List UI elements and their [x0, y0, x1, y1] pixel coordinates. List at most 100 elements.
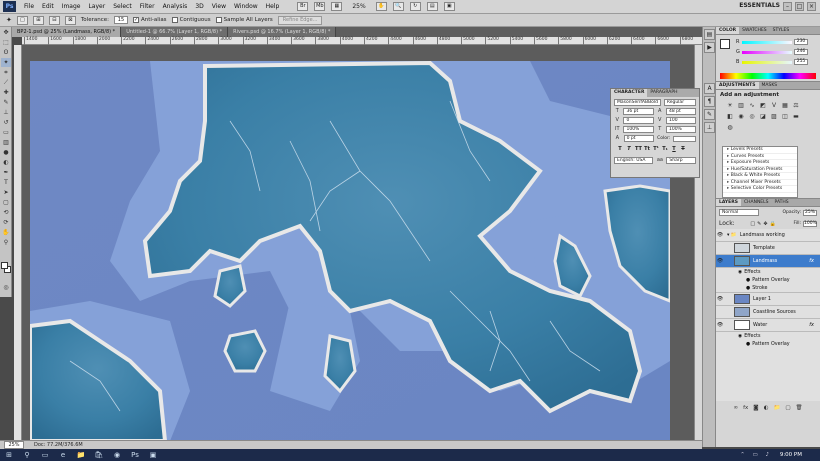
3d-rotate-icon[interactable]: ⟲	[1, 208, 11, 217]
new-layer-icon[interactable]: ▢	[785, 405, 790, 415]
edge-browser-icon[interactable]: e	[58, 450, 68, 460]
effects-badge[interactable]: fx	[809, 258, 814, 264]
crop-tool-icon[interactable]: ⌗	[1, 68, 11, 77]
zoom-level[interactable]: 25%	[348, 3, 369, 10]
menu-3d[interactable]: 3D	[191, 3, 207, 10]
black-white-icon[interactable]: ◧	[726, 113, 734, 121]
hand-tool-icon[interactable]: ✋	[375, 2, 387, 11]
status-zoom-field[interactable]: 25%	[4, 441, 24, 449]
font-style-select[interactable]: Regular	[663, 99, 696, 106]
horizontal-scale-field[interactable]: 100%	[665, 126, 696, 133]
effect-stroke[interactable]: ● Stroke	[716, 284, 820, 293]
underline-button[interactable]: T	[671, 146, 677, 153]
tab-rivers-psd[interactable]: Rivers.psd @ 16.7% (Layer 1, RGB/8) *	[228, 27, 337, 37]
anti-alias-checkbox[interactable]: ✓ Anti-alias	[132, 17, 167, 23]
vibrance-icon[interactable]: V	[770, 102, 778, 110]
tracking-field[interactable]: 100	[665, 117, 696, 124]
channel-mixer-icon[interactable]: ◎	[748, 113, 756, 121]
blue-slider[interactable]: B 255	[736, 59, 816, 65]
blur-tool-icon[interactable]: ●	[1, 148, 11, 157]
blend-mode-select[interactable]: Normal	[719, 209, 759, 216]
system-tray-icons[interactable]: ⌃ ▭ ♪	[740, 450, 772, 460]
font-family-select[interactable]: MasonSerifABBold	[614, 99, 661, 106]
color-balance-icon[interactable]: ⚖	[792, 102, 800, 110]
healing-brush-icon[interactable]: ✚	[1, 88, 11, 97]
tab-paths[interactable]: PATHS	[772, 199, 792, 206]
eraser-tool-icon[interactable]: ▭	[1, 128, 11, 137]
red-slider[interactable]: R 230	[736, 39, 816, 45]
red-value[interactable]: 230	[794, 39, 808, 45]
start-button-icon[interactable]: ⊞	[4, 450, 14, 460]
exposure-icon[interactable]: ◩	[759, 102, 767, 110]
visibility-eye-icon[interactable]: 👁	[716, 296, 724, 302]
fill-field[interactable]: 100%	[802, 220, 817, 227]
tab-untitled-1[interactable]: Untitled-1 @ 66.7% (Layer 1, RGB/8) *	[121, 27, 229, 37]
clock[interactable]: 9:00 PM	[780, 450, 802, 460]
magic-wand-tool-icon[interactable]: ✦	[1, 58, 11, 67]
hand-tool-icon-2[interactable]: ✋	[1, 228, 11, 237]
photoshop-taskbar-icon[interactable]: Ps	[130, 450, 140, 460]
tab-adjustments[interactable]: ADJUSTMENTS	[716, 82, 759, 89]
intersect-selection-icon[interactable]: ⊠	[64, 15, 76, 25]
3d-orbit-icon[interactable]: ⟳	[1, 218, 11, 227]
zoom-tool-icon[interactable]: 🔍	[392, 2, 404, 11]
tab-channels[interactable]: CHANNELS	[741, 199, 772, 206]
magic-wand-icon[interactable]: ✦	[6, 16, 12, 24]
move-tool-icon[interactable]: ✥	[1, 28, 11, 37]
tab-swatches[interactable]: SWATCHES	[739, 27, 770, 34]
search-icon[interactable]: ⚲	[22, 450, 32, 460]
strikethrough-button[interactable]: T	[680, 146, 686, 153]
new-group-icon[interactable]: 📁	[773, 405, 780, 415]
paragraph-panel-icon[interactable]: ¶	[704, 96, 715, 107]
menu-help[interactable]: Help	[262, 3, 284, 10]
faux-italic-button[interactable]: T	[626, 146, 632, 153]
posterize-icon[interactable]: ▨	[770, 113, 778, 121]
new-selection-icon[interactable]: □	[16, 15, 28, 25]
lock-icons[interactable]: □✎✥🔒	[750, 221, 777, 227]
store-icon[interactable]: 🛍	[94, 450, 104, 460]
mini-bridge-button[interactable]: Mb	[314, 2, 326, 11]
small-caps-button[interactable]: Tt	[644, 146, 650, 153]
foreground-color-swatch[interactable]	[1, 262, 8, 269]
blue-value[interactable]: 255	[794, 59, 808, 65]
kerning-field[interactable]: 0	[623, 117, 654, 124]
effect-pattern-overlay[interactable]: ● Pattern Overlay	[716, 276, 820, 284]
effects-row[interactable]: ◉ Effects	[716, 268, 820, 276]
type-tool-icon[interactable]: T	[1, 178, 11, 187]
menu-filter[interactable]: Filter	[136, 3, 159, 10]
hue-saturation-icon[interactable]: ▦	[781, 102, 789, 110]
menu-view[interactable]: View	[208, 3, 230, 10]
path-selection-icon[interactable]: ➤	[1, 188, 11, 197]
bridge-button[interactable]: Br	[297, 2, 309, 11]
tab-paragraph[interactable]: PARAGRAPH	[647, 89, 680, 97]
antialias-select[interactable]: Sharp	[666, 157, 696, 164]
language-select[interactable]: English: USA	[614, 157, 654, 164]
gradient-tool-icon[interactable]: ▥	[1, 138, 11, 147]
visibility-eye-icon[interactable]: 👁	[716, 232, 724, 238]
layer-group-coastline-sources[interactable]: Coastline Sources	[716, 306, 820, 319]
history-panel-icon[interactable]: ▤	[704, 29, 715, 40]
chrome-icon[interactable]: ◉	[112, 450, 122, 460]
tolerance-field[interactable]: 15	[113, 16, 128, 24]
refine-edge-button[interactable]: Refine Edge...	[277, 15, 323, 25]
color-spectrum[interactable]	[720, 73, 816, 79]
workspace-switcher[interactable]: ESSENTIALS	[739, 2, 780, 9]
faux-bold-button[interactable]: T	[617, 146, 623, 153]
lasso-tool-icon[interactable]: ʘ	[1, 48, 11, 57]
selective-color-icon[interactable]: ◍	[726, 124, 734, 132]
all-caps-button[interactable]: TT	[635, 146, 642, 153]
baseline-shift-field[interactable]: 0 pt	[623, 135, 655, 142]
screen-mode-icon[interactable]: ▣	[443, 2, 455, 11]
text-color-swatch[interactable]	[673, 135, 696, 142]
tab-character[interactable]: CHARACTER	[611, 89, 648, 97]
photo-filter-icon[interactable]: ◉	[737, 113, 745, 121]
gradient-map-icon[interactable]: ▬	[792, 113, 800, 121]
subscript-button[interactable]: T₁	[662, 146, 668, 153]
delete-layer-icon[interactable]: 🗑	[796, 405, 803, 415]
effect-pattern-overlay[interactable]: ● Pattern Overlay	[716, 340, 820, 348]
menu-select[interactable]: Select	[109, 3, 136, 10]
history-brush-icon[interactable]: ↺	[1, 118, 11, 127]
menu-image[interactable]: Image	[58, 3, 85, 10]
current-color-swatch[interactable]	[720, 39, 730, 49]
layer-group-landmass-working[interactable]: 👁 ▾ 📁 Landmass working	[716, 229, 820, 242]
